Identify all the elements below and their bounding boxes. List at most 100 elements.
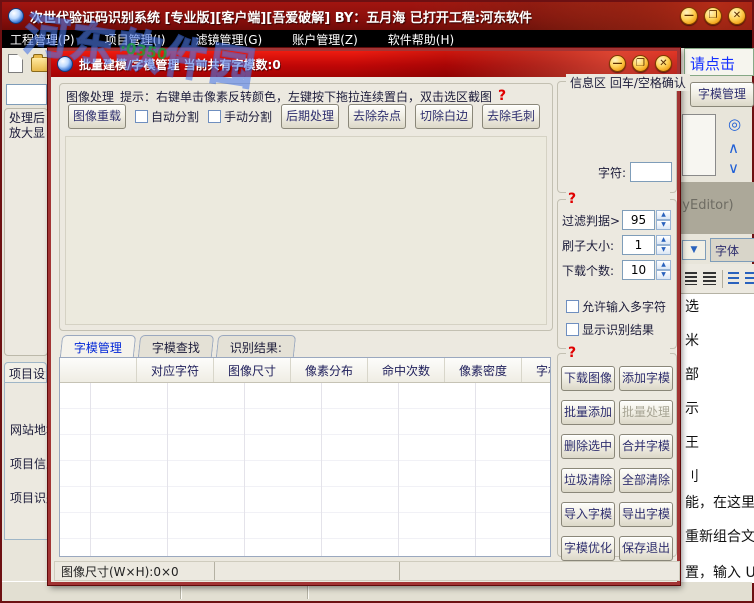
main-titlebar: 次世代验证码识别系统 [专业版][客户端][吾爱破解] BY：五月海 已打开工程…	[2, 2, 752, 30]
project-recog-label: 项目识别	[10, 491, 47, 505]
menu-item-mgmt[interactable]: 项目管理(I)	[105, 31, 166, 48]
manual-split-checkbox[interactable]: 手动分割	[208, 108, 272, 125]
column-divider	[167, 383, 168, 556]
save-exit-button[interactable]: 保存退出	[619, 536, 673, 561]
chevron-down-icon[interactable]: ∨	[728, 160, 739, 176]
glyph-table[interactable]: 对应字符 图像尺寸 像素分布 命中次数 像素密度 字模摘要	[59, 357, 551, 557]
merge-glyph-button[interactable]: 合并字模	[619, 434, 673, 459]
brush-size-input[interactable]	[622, 235, 655, 255]
checkbox-icon[interactable]	[566, 323, 579, 336]
brush-size-row: 刷子大小: ▲▼	[562, 235, 674, 255]
col-char[interactable]: 对应字符	[137, 358, 214, 382]
dialog-maximize-button[interactable]: ❐	[632, 55, 649, 72]
minimize-button[interactable]: —	[680, 7, 698, 25]
checkbox-icon[interactable]	[208, 110, 222, 123]
font-combo[interactable]: 字体	[710, 238, 754, 262]
spin-up-icon[interactable]: ▲	[656, 260, 671, 270]
click-hint-box[interactable]: 请点击	[684, 48, 754, 76]
editor-line: 选	[685, 299, 699, 315]
column-divider	[244, 383, 245, 556]
left-toolbar	[8, 54, 50, 73]
glyph-manage-button[interactable]: 字模管理	[690, 82, 754, 107]
spin-down-icon[interactable]: ▼	[656, 220, 671, 230]
clean-garbage-button[interactable]: 垃圾清除	[561, 468, 615, 493]
myeditor-panel: (MyEditor)	[680, 182, 754, 234]
editor-line: 刂	[685, 469, 699, 485]
zoom-label: 放大显	[9, 126, 46, 140]
trim-white-button[interactable]: 切除白边	[415, 104, 474, 129]
remove-burr-button[interactable]: 去除毛刺	[482, 104, 541, 129]
download-count-input[interactable]	[622, 260, 655, 280]
align-left-icon[interactable]	[685, 272, 698, 285]
left-process-group: 处理后 放大显	[4, 108, 48, 356]
chevron-up-icon[interactable]: ∧	[728, 140, 739, 156]
help-icon[interactable]: ?	[566, 345, 670, 361]
spin-down-icon[interactable]: ▼	[656, 270, 671, 280]
image-group-hint: 提示：右键单击像素反转颜色，左键按下拖拉连续置白，双击选区截图	[120, 90, 493, 104]
maximize-button[interactable]: ❐	[704, 7, 722, 25]
optimize-glyph-button[interactable]: 字模优化	[561, 536, 615, 561]
menu-project-mgmt[interactable]: 工程管理(P)	[10, 31, 75, 48]
status-separator	[180, 585, 182, 599]
editor-area[interactable]: 选 米 部 示 王 刂 能，在这里可 重新组合文 置，输入 Us	[680, 294, 754, 583]
close-button[interactable]: ✕	[728, 7, 746, 25]
export-glyph-button[interactable]: 导出字模	[619, 502, 673, 527]
dialog-minimize-button[interactable]: —	[609, 55, 626, 72]
myeditor-label: (MyEditor)	[680, 198, 734, 213]
col-density[interactable]: 像素密度	[445, 358, 522, 382]
bullet-list-icon[interactable]	[745, 272, 754, 285]
tab-recog-result[interactable]: 识别结果:	[215, 335, 297, 357]
tab-project-settings[interactable]: 项目设置	[4, 362, 47, 382]
reload-image-button[interactable]: 图像重载	[68, 104, 126, 129]
col-distribution[interactable]: 像素分布	[291, 358, 368, 382]
editor-line: 示	[685, 401, 699, 417]
numbered-list-icon[interactable]	[728, 272, 740, 285]
auto-split-checkbox[interactable]: 自动分割	[135, 108, 199, 125]
multi-char-checkbox[interactable]: 允许输入多字符	[566, 298, 666, 315]
menu-filter-mgmt[interactable]: 滤镜管理(G)	[196, 31, 263, 48]
toolbar-separator	[721, 269, 723, 288]
help-icon[interactable]: ?	[566, 191, 670, 207]
char-input[interactable]	[630, 162, 672, 182]
dialog-close-button[interactable]: ✕	[655, 55, 672, 72]
left-text-input[interactable]	[6, 84, 47, 105]
download-image-button[interactable]: 下载图像	[561, 366, 615, 391]
menu-bar: 工程管理(P) 项目管理(I) 滤镜管理(G) 账户管理(Z) 软件帮助(H)	[2, 30, 752, 48]
spin-up-icon[interactable]: ▲	[656, 235, 671, 245]
remove-spots-button[interactable]: 去除杂点	[348, 104, 407, 129]
process-label: 处理后	[9, 111, 46, 125]
post-process-button[interactable]: 后期处理	[281, 104, 340, 129]
image-canvas[interactable]	[65, 136, 547, 325]
tab-glyph-manage[interactable]: 字模管理	[59, 335, 137, 357]
column-divider	[398, 383, 399, 556]
help-icon[interactable]: ?	[498, 88, 506, 105]
import-glyph-button[interactable]: 导入字模	[561, 502, 615, 527]
glyph-table-body	[60, 383, 550, 556]
target-icon[interactable]: ◎	[728, 116, 741, 132]
checkbox-icon[interactable]	[135, 110, 148, 123]
add-glyph-button[interactable]: 添加字模	[619, 366, 673, 391]
checkbox-icon[interactable]	[566, 300, 579, 313]
col-hits[interactable]: 命中次数	[368, 358, 445, 382]
zoom-preview-box	[682, 114, 716, 176]
info-group: 信息区 回车/空格确认 字符:	[557, 74, 690, 193]
column-divider	[90, 383, 91, 556]
spin-up-icon[interactable]: ▲	[656, 210, 671, 220]
delete-selected-button[interactable]: 删除选中	[561, 434, 615, 459]
new-document-icon[interactable]	[8, 54, 23, 73]
spin-down-icon[interactable]: ▼	[656, 245, 671, 255]
filter-threshold-input[interactable]	[622, 210, 655, 230]
menu-account-mgmt[interactable]: 账户管理(Z)	[292, 31, 358, 48]
col-digest[interactable]: 字模摘要	[522, 358, 550, 382]
show-result-checkbox[interactable]: 显示识别结果	[566, 321, 666, 338]
batch-add-button[interactable]: 批量添加	[561, 400, 615, 425]
batch-modeling-dialog: 批量建模/字模管理 当前共有字模数:0 — ❐ ✕ 图像处理 提示：右键单击像素…	[48, 48, 690, 585]
download-count-row: 下载个数: ▲▼	[562, 260, 674, 280]
column-divider	[475, 383, 476, 556]
clear-all-button[interactable]: 全部清除	[619, 468, 673, 493]
combo-dropdown-button[interactable]: ▼	[682, 240, 706, 260]
align-right-icon[interactable]	[703, 272, 716, 285]
menu-help[interactable]: 软件帮助(H)	[388, 31, 454, 48]
tab-glyph-search[interactable]: 字模查找	[137, 335, 215, 357]
col-size[interactable]: 图像尺寸	[214, 358, 291, 382]
